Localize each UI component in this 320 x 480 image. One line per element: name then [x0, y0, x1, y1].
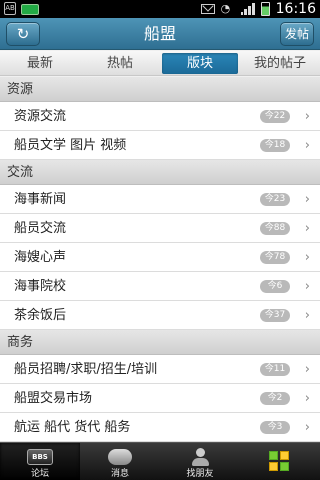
page-title: 船盟	[143, 24, 176, 43]
tab-hot[interactable]: 热帖	[80, 53, 160, 74]
section-header-business: 商务	[0, 330, 320, 355]
board-label: 资源交流	[14, 109, 67, 124]
nav-forum[interactable]: BBS 论坛	[0, 443, 80, 480]
bbs-icon: BBS	[27, 449, 53, 465]
list-item[interactable]: 船员交流 今88 ›	[0, 214, 320, 243]
battery-icon	[260, 2, 270, 16]
today-count-badge: 今23	[260, 193, 290, 206]
board-label: 海事院校	[14, 279, 67, 294]
tab-latest[interactable]: 最新	[0, 53, 80, 74]
board-label: 船盟交易市场	[14, 391, 93, 406]
today-count-badge: 今22	[260, 110, 290, 123]
list-item[interactable]: 资源交流 今22 ›	[0, 102, 320, 131]
today-count-badge: 今6	[260, 280, 290, 293]
list-item[interactable]: 海事新闻 今23 ›	[0, 185, 320, 214]
nav-messages[interactable]: 消息	[80, 443, 160, 480]
board-label: 船员招聘/求职/招生/培训	[14, 362, 158, 377]
list-item[interactable]: 船盟交易市场 今2 ›	[0, 384, 320, 413]
message-icon	[108, 449, 132, 465]
list-item[interactable]: 茶余饭后 今37 ›	[0, 301, 320, 330]
board-label: 船员交流	[14, 221, 67, 236]
list-item[interactable]: 船员招聘/求职/招生/培训 今11 ›	[0, 355, 320, 384]
today-count-badge: 今18	[260, 139, 290, 152]
today-count-badge: 今88	[260, 222, 290, 235]
mail-icon	[200, 4, 215, 14]
chevron-right-icon: ›	[304, 362, 310, 377]
chevron-right-icon: ›	[304, 420, 310, 435]
chevron-right-icon: ›	[304, 279, 310, 294]
list-item[interactable]: 海嫂心声 今78 ›	[0, 243, 320, 272]
chevron-right-icon: ›	[304, 308, 310, 323]
today-count-badge: 今2	[260, 392, 290, 405]
nav-label: 论坛	[30, 469, 49, 479]
today-count-badge: 今37	[260, 309, 290, 322]
wifi-icon: ◔	[220, 2, 231, 15]
tab-my-posts[interactable]: 我的帖子	[240, 53, 320, 74]
section-header-exchange: 交流	[0, 160, 320, 185]
usb-icon: AB	[4, 2, 16, 15]
nav-more[interactable]	[240, 443, 320, 480]
chevron-right-icon: ›	[304, 221, 310, 236]
today-count-badge: 今78	[260, 251, 290, 264]
today-count-badge: 今3	[260, 421, 290, 434]
status-time: 16:16	[275, 1, 316, 17]
list-item[interactable]: 船员文学 图片 视频 今18 ›	[0, 131, 320, 160]
status-bar: AB ◔ 16:16	[0, 0, 320, 18]
list-item[interactable]: 航运 船代 货代 船务 今3 ›	[0, 413, 320, 442]
board-label: 船员文学 图片 视频	[14, 138, 127, 153]
app-header: ↻ 船盟 发帖	[0, 18, 320, 50]
chevron-right-icon: ›	[304, 250, 310, 265]
board-label: 海嫂心声	[14, 250, 67, 265]
nav-find-friends[interactable]: 找朋友	[160, 443, 240, 480]
chevron-right-icon: ›	[304, 192, 310, 207]
post-button[interactable]: 发帖	[280, 22, 314, 46]
tab-boards[interactable]: 版块	[162, 52, 238, 74]
signal-icon	[240, 3, 255, 15]
board-label: 茶余饭后	[14, 308, 67, 323]
chevron-right-icon: ›	[304, 391, 310, 406]
board-list[interactable]: 资源 资源交流 今22 › 船员文学 图片 视频 今18 › 交流 海事新闻 今…	[0, 77, 320, 442]
chevron-right-icon: ›	[304, 109, 310, 124]
battery-notification-icon	[21, 3, 39, 15]
today-count-badge: 今11	[260, 363, 290, 376]
board-label: 航运 船代 货代 船务	[14, 420, 131, 435]
nav-label: 找朋友	[186, 469, 214, 479]
chevron-right-icon: ›	[304, 138, 310, 153]
bottom-nav: BBS 论坛 消息 找朋友	[0, 442, 320, 480]
find-friend-icon	[190, 447, 210, 467]
section-header-resources: 资源	[0, 77, 320, 102]
tab-bar: 最新 热帖 版块 我的帖子	[0, 51, 320, 76]
more-apps-icon	[269, 451, 291, 473]
nav-label: 消息	[110, 469, 129, 479]
list-item[interactable]: 海事院校 今6 ›	[0, 272, 320, 301]
board-label: 海事新闻	[14, 192, 67, 207]
